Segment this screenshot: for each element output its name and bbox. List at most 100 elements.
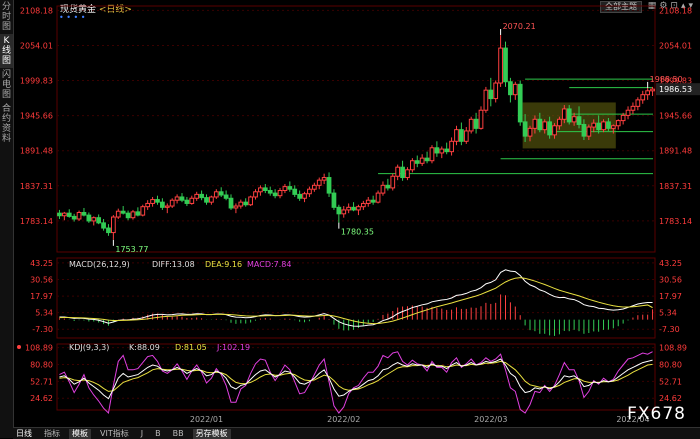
tab-template[interactable]: 模板 xyxy=(69,428,91,439)
candle-body xyxy=(125,212,131,219)
candle-body xyxy=(272,192,278,197)
tab-vit[interactable]: VIT指标 xyxy=(97,429,132,439)
candle-body xyxy=(204,197,209,203)
macd-axis-right-label: 5.34 xyxy=(659,309,677,318)
candle-body xyxy=(351,206,356,211)
x-axis-label: 2022/03 xyxy=(474,415,507,424)
macd-dea-label: DEA:9.16 xyxy=(205,260,242,269)
candle-body xyxy=(615,120,621,127)
candle-body xyxy=(356,206,361,211)
kdj-frame xyxy=(56,343,656,411)
tab-save-template[interactable]: 另存模板 xyxy=(192,428,231,439)
candle-body xyxy=(346,206,352,211)
candle-body xyxy=(258,187,263,193)
candle-body xyxy=(164,205,170,208)
candle-body xyxy=(478,109,484,129)
tab-bb[interactable]: BB xyxy=(170,429,187,439)
candle-body xyxy=(233,205,239,209)
candle-body xyxy=(150,199,155,204)
kdj-j-label: J:102.19 xyxy=(216,343,250,352)
nav-intraday[interactable]: 分时图 xyxy=(0,0,13,34)
candle-body xyxy=(512,83,518,96)
candle-body xyxy=(498,47,503,84)
macd-axis-right-label: -7.30 xyxy=(659,325,680,334)
tab-b[interactable]: B xyxy=(152,429,164,439)
candle-body xyxy=(463,130,469,142)
candle-body xyxy=(650,88,655,92)
candle-body xyxy=(262,187,268,191)
candle-body xyxy=(640,94,646,101)
tab-indicators[interactable]: 指标 xyxy=(41,429,63,439)
candle-body xyxy=(473,118,479,129)
kdj-k-label: K:88.09 xyxy=(129,343,160,352)
candle-body xyxy=(395,166,401,177)
kdj-marker xyxy=(17,345,21,349)
candle-body xyxy=(630,105,636,111)
candle-body xyxy=(91,217,97,222)
candle-body xyxy=(419,157,425,164)
candle-body xyxy=(424,157,430,162)
macd-diff-label: DIFF:13.08 xyxy=(152,260,195,269)
candle-body xyxy=(444,148,450,153)
tab-j[interactable]: J xyxy=(138,429,146,439)
candle-body xyxy=(321,177,327,181)
price-dots: • • • • xyxy=(59,13,86,22)
kdj-axis-left-label: 108.89 xyxy=(25,344,53,353)
nav-flash[interactable]: 闪电图 xyxy=(0,68,13,102)
macd-axis-left-label: -7.30 xyxy=(32,325,53,334)
candle-body xyxy=(517,83,523,123)
candle-body xyxy=(493,82,499,100)
macd-axis-left-label: 17.97 xyxy=(30,292,53,301)
price-axis-right-label: 1837.31 xyxy=(659,182,692,191)
candle-body xyxy=(385,184,391,189)
macd-axis-right-label: 43.25 xyxy=(659,259,682,268)
price-axis-left-label: 1999.83 xyxy=(20,77,53,86)
candle-body xyxy=(189,197,195,204)
macd-title: MACD(26,12,9) xyxy=(69,260,130,269)
candle-body xyxy=(503,47,508,83)
candle-body xyxy=(316,179,322,186)
candle-body xyxy=(130,211,136,219)
candle-body xyxy=(101,222,106,229)
candle-body xyxy=(243,201,249,206)
candle-body xyxy=(610,125,616,129)
macd-axis-left-label: 43.25 xyxy=(30,259,53,268)
price-axis-right-label: 2108.18 xyxy=(659,6,692,15)
candle-body xyxy=(106,227,111,234)
low-annotation: 1780.35 xyxy=(341,228,374,237)
kdj-d-label: D:81.05 xyxy=(175,343,207,352)
candle-body xyxy=(566,108,572,123)
candle-body xyxy=(155,199,160,203)
candle-body xyxy=(537,118,543,131)
candle-body xyxy=(645,90,651,96)
candle-body xyxy=(488,89,494,100)
macd-dea-line xyxy=(59,277,653,325)
candle-body xyxy=(405,169,410,179)
nav-contract-info[interactable]: 合约资料 xyxy=(0,102,13,146)
price-axis-left-label: 2108.18 xyxy=(20,6,53,15)
price-axis-left-label: 1945.66 xyxy=(20,112,53,121)
x-axis-label: 2022/02 xyxy=(327,415,360,424)
candle-body xyxy=(542,121,548,131)
kdj-axis-right-label: 52.71 xyxy=(659,377,682,386)
kdj-axis-left-label: 24.62 xyxy=(30,394,53,403)
candle-body xyxy=(228,197,234,209)
nav-kline[interactable]: K线图 xyxy=(0,34,13,68)
price-axis-right-label: 1891.48 xyxy=(659,147,692,156)
candle-body xyxy=(606,121,611,129)
candle-body xyxy=(213,191,219,198)
chart-area[interactable]: 2108.18 2108.182054.01 2054.011999.83 1999.… xyxy=(13,0,700,427)
candle-body xyxy=(184,199,190,204)
candle-body xyxy=(292,188,298,195)
macd-diff-line xyxy=(59,269,653,327)
candle-body xyxy=(140,206,146,216)
candle-body xyxy=(410,160,415,171)
bottom-toolbar: 日线 指标 模板 VIT指标 J B BB 另存模板 xyxy=(13,427,700,439)
candle-body xyxy=(380,184,386,194)
candle-body xyxy=(71,215,77,220)
candle-body xyxy=(120,210,126,214)
tab-daily[interactable]: 日线 xyxy=(13,429,35,439)
candle-body xyxy=(620,114,626,122)
candle-body xyxy=(522,121,528,137)
candle-body xyxy=(341,209,347,215)
